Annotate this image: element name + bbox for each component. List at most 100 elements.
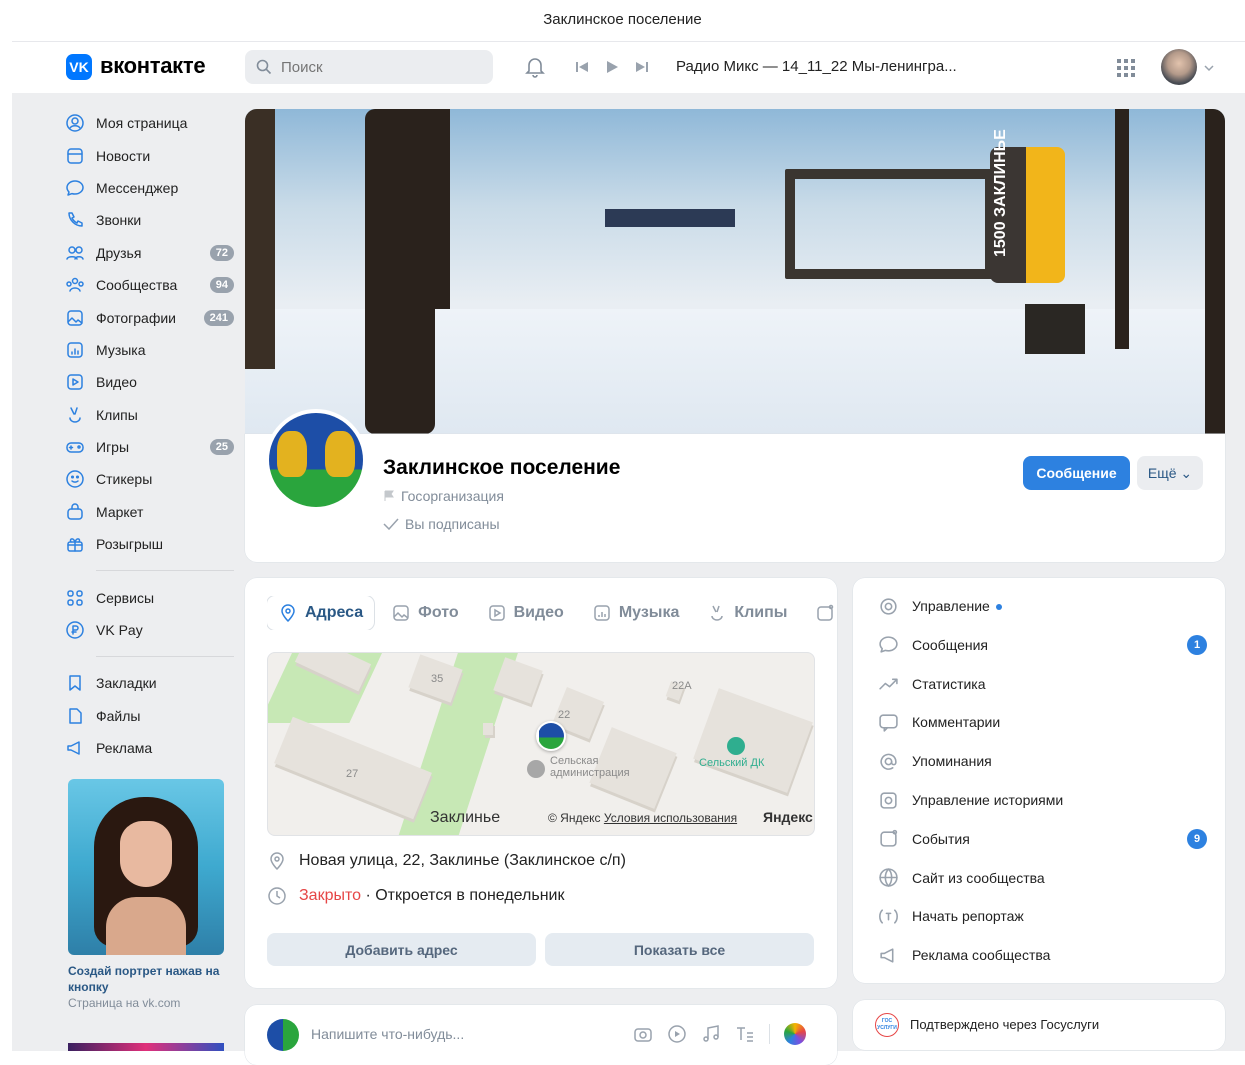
sidebar-item-2[interactable]: VK Pay xyxy=(64,614,234,646)
message-icon xyxy=(878,636,898,653)
management-card: Управление Сообщения 1 Статистика Комментари… xyxy=(853,578,1225,983)
address-buttons: Добавить адрес Показать все xyxy=(267,933,814,966)
tab-1[interactable]: Адреса xyxy=(267,596,375,630)
search-box[interactable] xyxy=(245,50,493,84)
management-item-2[interactable]: Сообщения 1 xyxy=(877,634,1207,656)
sidebar-item-10[interactable]: Клипы xyxy=(64,399,234,431)
sidebar-icon xyxy=(64,274,86,296)
now-playing-track[interactable]: Радио Микс — 14_11_22 Мы-ленингра... xyxy=(676,58,957,75)
sidebar-item-5[interactable]: Друзья 72 xyxy=(64,237,234,269)
sidebar-item-2[interactable]: Файлы xyxy=(64,700,234,732)
management-badge: 9 xyxy=(1187,828,1207,849)
ad-image[interactable] xyxy=(68,779,224,955)
sidebar-item-label: Сервисы xyxy=(96,589,155,606)
sidebar-badge: 72 xyxy=(209,244,234,261)
sidebar-item-9[interactable]: Видео xyxy=(64,366,234,398)
market-icon xyxy=(67,503,83,520)
tab-6[interactable]: М xyxy=(804,596,837,630)
sidebar-item-2[interactable]: Новости xyxy=(64,139,234,171)
sidebar-item-label: Реклама xyxy=(96,740,153,757)
sidebar-item-11[interactable]: Игры 25 xyxy=(64,431,234,463)
sidebar-icon xyxy=(64,209,86,231)
sidebar-item-4[interactable]: Звонки xyxy=(64,204,234,236)
user-avatar[interactable] xyxy=(1161,49,1197,85)
yandex-logo[interactable]: Яндекс xyxy=(763,809,813,825)
sidebar-item-1[interactable]: Моя страница xyxy=(64,107,234,139)
map-pin[interactable] xyxy=(536,721,566,751)
camera-icon[interactable] xyxy=(633,1024,653,1044)
message-button[interactable]: Сообщение xyxy=(1023,456,1130,490)
ad-title[interactable]: Создай портрет нажав на кнопку xyxy=(68,963,224,995)
next-icon[interactable] xyxy=(634,59,650,75)
management-item-10[interactable]: Реклама сообщества xyxy=(877,944,1207,966)
sidebar-icon xyxy=(64,339,86,361)
play-icon[interactable] xyxy=(604,59,620,75)
sidebar-item-8[interactable]: Музыка xyxy=(64,334,234,366)
sidebar-item-1[interactable]: Сервисы xyxy=(64,581,234,613)
group-avatar[interactable] xyxy=(265,409,367,511)
sidebar-item-14[interactable]: Розыгрыш xyxy=(64,528,234,560)
poi-dk-label: Сельский ДК xyxy=(699,757,765,769)
management-item-5[interactable]: Упоминания xyxy=(877,750,1207,772)
sidebar-item-label: Моя страница xyxy=(96,115,188,132)
sidebar-item-1[interactable]: Закладки xyxy=(64,667,234,699)
apps-grid-icon[interactable] xyxy=(1115,57,1137,79)
composer-tools xyxy=(633,1023,806,1045)
ad-image-2[interactable] xyxy=(68,1043,224,1051)
tab-4[interactable]: Музыка xyxy=(581,596,691,630)
text-format-icon[interactable] xyxy=(735,1024,755,1044)
show-all-button[interactable]: Показать все xyxy=(545,933,814,966)
music-note-icon[interactable] xyxy=(701,1024,721,1044)
management-item-3[interactable]: Статистика xyxy=(877,673,1207,695)
tab-2[interactable]: Фото xyxy=(380,596,469,630)
gosuslugi-card[interactable]: ГОС УСЛУГИ Подтверждено через Госуслуги xyxy=(853,1000,1225,1050)
ai-assistant-icon[interactable] xyxy=(784,1023,806,1045)
gosuslugi-logo: ГОС УСЛУГИ xyxy=(875,1013,899,1037)
search-input[interactable] xyxy=(281,50,481,84)
management-item-9[interactable]: Начать репортаж xyxy=(877,905,1207,927)
ads-icon xyxy=(67,741,80,755)
add-address-button[interactable]: Добавить адрес xyxy=(267,933,536,966)
stories-icon xyxy=(879,791,897,809)
chevron-down-icon[interactable] xyxy=(1203,62,1215,74)
management-item-1[interactable]: Управление xyxy=(877,595,1207,617)
gosuslugi-text: Подтверждено через Госуслуги xyxy=(910,1017,1100,1032)
sidebar-item-label: Игры xyxy=(96,439,130,456)
management-item-4[interactable]: Комментарии xyxy=(877,711,1207,733)
music-icon xyxy=(594,605,610,621)
management-label: Реклама сообщества xyxy=(912,947,1051,964)
tab-5[interactable]: Клипы xyxy=(696,596,798,630)
map-town-label: Заклинье xyxy=(430,809,501,826)
sidebar-item-7[interactable]: Фотографии 241 xyxy=(64,301,234,333)
sidebar-ad[interactable]: Создай портрет нажав на кнопку Страница … xyxy=(68,779,224,1011)
sidebar-item-6[interactable]: Сообщества 94 xyxy=(64,269,234,301)
prev-icon[interactable] xyxy=(574,59,590,75)
sidebar-item-12[interactable]: Стикеры xyxy=(64,463,234,495)
sidebar-item-3[interactable]: Мессенджер xyxy=(64,172,234,204)
post-composer: Напишите что-нибудь... xyxy=(245,1005,837,1065)
map-terms-link[interactable]: Условия использования xyxy=(604,811,737,825)
hours-row: Закрыто · Откроется в понедельник xyxy=(267,886,564,906)
vkpay-icon xyxy=(66,621,84,639)
post-input[interactable]: Напишите что-нибудь... xyxy=(311,1026,464,1042)
video-icon[interactable] xyxy=(667,1024,687,1044)
video-icon xyxy=(67,374,83,391)
bell-icon[interactable] xyxy=(524,56,546,78)
management-item-8[interactable]: Сайт из сообщества xyxy=(877,867,1207,889)
subscribed-status[interactable]: Вы подписаны xyxy=(383,516,500,532)
calendar-icon xyxy=(817,604,834,621)
management-label: Управление xyxy=(912,598,990,614)
management-item-7[interactable]: События 9 xyxy=(877,828,1207,850)
sidebar-item-3[interactable]: Реклама xyxy=(64,732,234,764)
more-button[interactable]: Ещё ⌄ xyxy=(1137,456,1203,490)
poi-admin-label: Сельская администрация xyxy=(550,755,630,779)
chevron-down-icon: ⌄ xyxy=(1180,464,1193,481)
map[interactable]: 35 22A 22 27 Сельская администрация Сель… xyxy=(267,652,815,836)
window-title: Заклинское поселение xyxy=(543,11,702,28)
sidebar-item-13[interactable]: Маркет xyxy=(64,496,234,528)
logo-text[interactable]: вконтакте xyxy=(100,53,206,79)
tab-3[interactable]: Видео xyxy=(476,596,575,630)
info-tabs: Адреса Фото Видео Музыка Клипы М xyxy=(267,596,837,630)
management-item-6[interactable]: Управление историями xyxy=(877,789,1207,811)
vk-logo-icon[interactable]: VK xyxy=(66,54,92,80)
